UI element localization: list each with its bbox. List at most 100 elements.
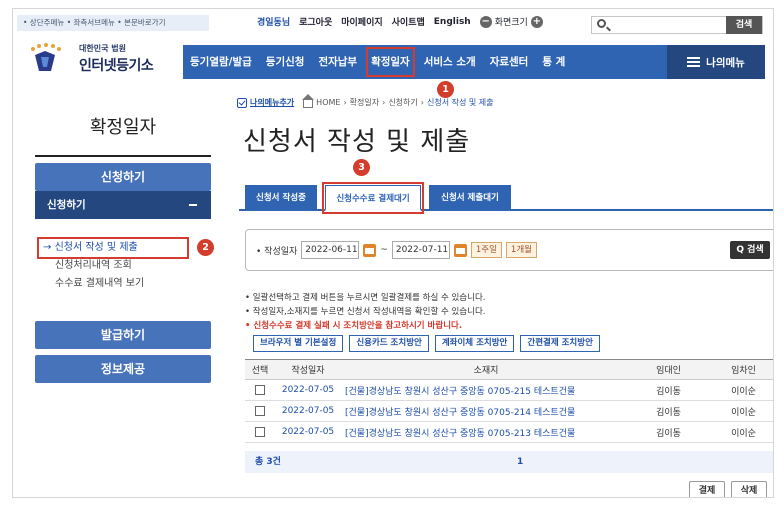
browser-frame: • 상단주메뉴 • 좌측서브메뉴 • 본문바로가기 경일동님 로그아웃 마이페이…: [12, 8, 774, 498]
notice-list: • 일괄선택하고 결제 버튼을 누르시면 일괄결제를 하실 수 있습니다. • …: [245, 291, 485, 333]
logo-subtitle: 대한민국 법원: [79, 44, 126, 53]
date-to-input[interactable]: 2022-07-11: [391, 241, 450, 259]
row-date-link[interactable]: 2022-07-05: [275, 379, 341, 401]
date-label: • 작성일자: [256, 246, 298, 257]
skip-links[interactable]: • 상단주메뉴 • 좌측서브메뉴 • 본문바로가기: [17, 15, 209, 31]
col-address: 소재지: [341, 359, 631, 380]
sidebar-title: 확정일자: [89, 117, 157, 138]
page-number[interactable]: 1: [517, 451, 523, 473]
row-lessor: 김이동: [631, 400, 706, 422]
total-count: 총 3건: [255, 457, 281, 467]
delete-button[interactable]: 삭제: [731, 481, 767, 497]
row-date-link[interactable]: 2022-07-05: [275, 400, 341, 422]
sitemap-link[interactable]: 사이트맵: [392, 15, 425, 28]
easy-pay-guide-button[interactable]: 간편결제 조치방안: [520, 335, 600, 352]
sidebar-links: → 신청서 작성 및 제출 신청처리내역 조회 수수료 결제내역 보기: [37, 237, 189, 293]
nav-item-resources[interactable]: 자료센터: [483, 45, 536, 79]
sidebar-apply-button[interactable]: 신청하기: [35, 163, 211, 191]
row-lessee: 이이순: [706, 379, 773, 401]
checkbox-icon: [237, 97, 247, 108]
site-logo[interactable]: 대한민국 법원 인터넷등기소: [23, 39, 173, 79]
breadcrumb-sep: ›: [343, 98, 347, 107]
tab-fee-pending[interactable]: 신청수수료 결제대기: [322, 182, 424, 214]
step-badge-1: 1: [437, 81, 454, 98]
table-row: 2022-07-05 [건물]경상남도 창원시 성산구 중앙동 0705-214…: [245, 400, 773, 422]
notice-line: • 작성일자,소재지를 누르면 신청서 작성내역을 확인할 수 있습니다.: [245, 307, 486, 317]
nav-item-e-payment[interactable]: 전자납부: [311, 45, 364, 79]
guide-buttons: 브라우저 별 기본설정 신용카드 조치방안 계좌이체 조치방안 간편결제 조치방…: [253, 335, 600, 352]
row-checkbox[interactable]: [255, 405, 265, 416]
step-badge-2: 2: [197, 239, 214, 256]
english-link[interactable]: English: [434, 17, 471, 27]
nav-item-service-intro[interactable]: 서비스 소개: [417, 45, 483, 79]
logo-title: 인터넷등기소: [79, 58, 154, 74]
tab-writing[interactable]: 신청서 작성중: [245, 185, 317, 211]
row-lessor: 김이동: [631, 379, 706, 401]
breadcrumb-level1[interactable]: 확정일자: [350, 97, 379, 108]
main-nav: 등기열람/발급 등기신청 전자납부 확정일자 서비스 소개 자료센터 통 계 나…: [183, 45, 765, 79]
nav-item-fixed-date[interactable]: 확정일자: [364, 45, 417, 79]
zoom-in-icon[interactable]: +: [530, 15, 543, 28]
col-date: 작성일자: [275, 359, 341, 380]
sidebar-apply-submenu[interactable]: 신청하기: [35, 191, 211, 219]
step-badge-3: 3: [353, 159, 370, 176]
col-select: 선택: [245, 359, 275, 380]
my-menu-label: 나의메뉴: [706, 56, 745, 69]
bank-transfer-guide-button[interactable]: 계좌이체 조치방안: [434, 335, 515, 352]
one-month-button[interactable]: 1개월: [505, 242, 537, 258]
application-table: 선택 작성일자 소재지 임대인 임차인 2022-07-05 [건물]경상남도 …: [245, 359, 773, 443]
court-emblem-icon: [31, 43, 61, 71]
breadcrumb-home[interactable]: HOME: [316, 98, 340, 107]
nav-item-registry-view[interactable]: 등기열람/발급: [183, 45, 259, 79]
browser-settings-button[interactable]: 브라우저 별 기본설정: [253, 335, 344, 352]
sidebar-info-button[interactable]: 정보제공: [35, 355, 211, 383]
mypage-link[interactable]: 마이페이지: [341, 15, 382, 28]
row-lessee: 이이순: [706, 400, 773, 422]
sidebar-item-label: 신청서 작성 및 제출: [54, 242, 138, 253]
nav-item-statistics[interactable]: 통 계: [535, 45, 572, 79]
zoom-control: − 화면크기 +: [479, 15, 543, 28]
col-lessor: 임대인: [631, 359, 706, 380]
col-lessee: 임차인: [706, 359, 773, 380]
query-button[interactable]: Q 검색: [730, 241, 770, 259]
sidebar-item-write-application[interactable]: → 신청서 작성 및 제출: [37, 237, 189, 259]
row-address-link[interactable]: [건물]경상남도 창원시 성산구 중앙동 0705-213 테스트건물: [341, 421, 631, 443]
row-address-link[interactable]: [건물]경상남도 창원시 성산구 중앙동 0705-215 테스트건물: [341, 379, 631, 401]
calendar-icon[interactable]: [363, 243, 377, 257]
nav-item-registry-apply[interactable]: 등기신청: [259, 45, 312, 79]
row-address-link[interactable]: [건물]경상남도 창원시 성산구 중앙동 0705-214 테스트건물: [341, 400, 631, 422]
search-icon: [597, 19, 606, 28]
table-footer: 총 3건 1: [245, 451, 773, 473]
tab-submit-pending[interactable]: 신청서 제출대기: [429, 185, 511, 211]
search-panel: • 작성일자 2022-06-11 ~ 2022-07-11 1주일 1개월 Q…: [245, 229, 773, 271]
row-date-link[interactable]: 2022-07-05: [275, 421, 341, 443]
breadcrumb-current: 신청서 작성 및 제출: [426, 98, 494, 107]
table-header-row: 선택 작성일자 소재지 임대인 임차인: [245, 359, 773, 380]
credit-card-guide-button[interactable]: 신용카드 조치방안: [349, 335, 429, 352]
row-checkbox[interactable]: [255, 426, 265, 437]
search-button[interactable]: 검색: [726, 16, 762, 34]
utility-bar: 경일동님 로그아웃 마이페이지 사이트맵 English − 화면크기 +: [257, 15, 543, 28]
breadcrumb-sep: ›: [382, 98, 386, 107]
add-favorite-link[interactable]: 나의메뉴추가: [250, 97, 294, 108]
pay-button[interactable]: 결제: [689, 481, 725, 497]
my-menu-button[interactable]: 나의메뉴: [667, 45, 765, 79]
zoom-label: 화면크기: [494, 18, 528, 28]
logout-link[interactable]: 로그아웃: [299, 15, 332, 28]
menu-icon: [687, 57, 701, 67]
home-icon: [302, 94, 315, 108]
user-name: 경일동님: [257, 18, 291, 28]
breadcrumb-sep: ›: [420, 98, 424, 107]
zoom-out-icon[interactable]: −: [479, 15, 492, 28]
breadcrumb-level2[interactable]: 신청하기: [388, 97, 417, 108]
sidebar-issue-button[interactable]: 발급하기: [35, 321, 211, 349]
table-row: 2022-07-05 [건물]경상남도 창원시 성산구 중앙동 0705-213…: [245, 421, 773, 443]
notice-line: • 일괄선택하고 결제 버튼을 누르시면 일괄결제를 하실 수 있습니다.: [245, 293, 486, 303]
row-checkbox[interactable]: [255, 384, 265, 395]
date-from-input[interactable]: 2022-06-11: [301, 241, 360, 259]
sidebar-item-fee-history[interactable]: 수수료 결제내역 보기: [39, 275, 187, 293]
one-week-button[interactable]: 1주일: [470, 242, 502, 258]
row-lessor: 김이동: [631, 421, 706, 443]
calendar-icon[interactable]: [453, 243, 467, 257]
sidebar-item-process-history[interactable]: 신청처리내역 조회: [39, 257, 187, 275]
